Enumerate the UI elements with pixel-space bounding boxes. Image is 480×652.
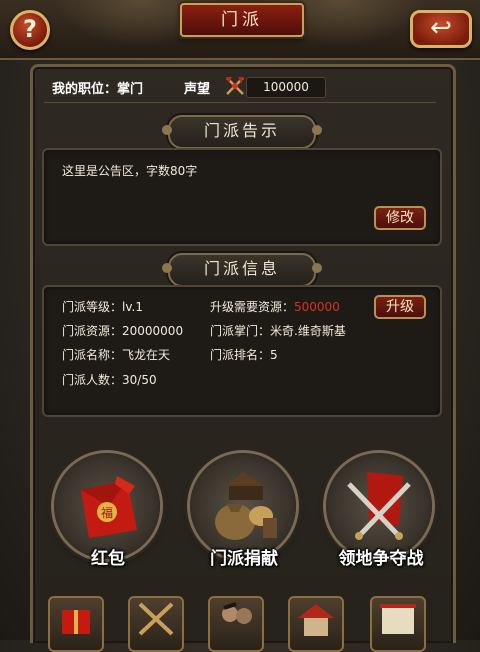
sect-leader: 门派掌门：米奇.维奇斯基 xyxy=(210,324,346,338)
crossed-weapons-icon[interactable] xyxy=(128,596,184,652)
title-knot-left xyxy=(162,125,172,135)
crossed-axes-icon xyxy=(226,77,244,95)
title-knot-right xyxy=(312,125,322,135)
sect-resources: 门派资源：20000000 xyxy=(62,324,184,338)
title-knot-left xyxy=(162,263,172,273)
svg-text:福: 福 xyxy=(101,505,113,520)
warriors-icon[interactable] xyxy=(208,596,264,652)
notice-text: 这里是公告区，字数80字 xyxy=(62,164,198,178)
upgrade-cost-label: 升级需要资源： xyxy=(210,300,295,314)
return-arrow-icon: ↩ xyxy=(430,13,452,43)
back-button[interactable]: ↩ xyxy=(410,10,472,48)
crossed-swords-flag-icon xyxy=(347,472,411,540)
donation-bag-icon xyxy=(215,472,277,540)
building-icon[interactable] xyxy=(288,596,344,652)
notice-panel: 这里是公告区，字数80字 修改 xyxy=(42,148,442,246)
job-position-label: 我的职位：掌门 xyxy=(52,82,144,97)
status-row: 我的职位：掌门 声望 100000 xyxy=(44,72,436,103)
red-envelope-label: 红包 xyxy=(91,549,125,569)
help-button[interactable]: ? xyxy=(10,10,50,50)
info-title-text: 门派信息 xyxy=(203,259,280,278)
upgrade-button[interactable]: 升级 xyxy=(374,295,426,319)
territory-war-label: 领地争夺战 xyxy=(338,549,424,569)
sect-rank: 门派排名：5 xyxy=(210,348,278,362)
red-envelope-icon: 福 xyxy=(81,476,137,538)
fame-label: 声望 xyxy=(184,82,211,97)
sect-name: 门派名称：飞龙在天 xyxy=(62,348,171,362)
scroll-icon[interactable] xyxy=(370,596,426,652)
edit-notice-button[interactable]: 修改 xyxy=(374,206,426,230)
upgrade-cost: 升级需要资源：500000 xyxy=(210,298,340,315)
fame-value: 100000 xyxy=(246,77,326,98)
sect-level: 门派等级：lv.1 xyxy=(62,300,143,314)
donation-label: 门派捐献 xyxy=(210,549,278,569)
info-panel: 门派等级：lv.1 门派资源：20000000 门派名称：飞龙在天 门派人数：3… xyxy=(42,285,442,417)
notice-title-text: 门派告示 xyxy=(203,121,280,140)
sect-members: 门派人数：30/50 xyxy=(62,373,157,387)
gift-box-icon[interactable] xyxy=(48,596,104,652)
upgrade-cost-value: 500000 xyxy=(294,300,340,314)
question-icon: ? xyxy=(23,15,37,43)
info-section-title: 门派信息 xyxy=(162,253,322,287)
title-knot-right xyxy=(312,263,322,273)
page-title: 门派 xyxy=(180,3,304,37)
notice-section-title: 门派告示 xyxy=(162,115,322,149)
